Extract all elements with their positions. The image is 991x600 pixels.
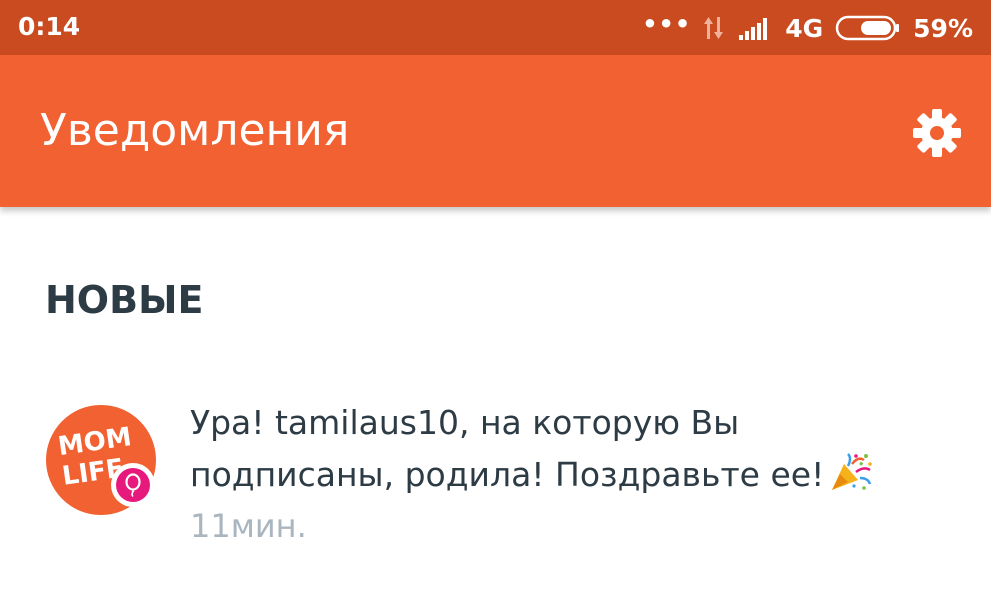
battery-percent: 59% xyxy=(913,13,973,43)
notification-text: Ура! tamilaus10, на которую Вы подписаны… xyxy=(190,397,950,507)
battery-icon xyxy=(835,14,901,42)
page-title: Уведомления xyxy=(40,105,350,156)
data-arrows-icon xyxy=(703,15,725,41)
notification-dots-icon: ••• xyxy=(642,10,692,38)
party-popper-icon xyxy=(830,452,874,507)
notification-message: Ура! tamilaus10, на которую Вы подписаны… xyxy=(190,403,825,494)
section-title-new: НОВЫЕ xyxy=(45,278,204,322)
gear-icon xyxy=(913,109,961,157)
status-bar: 0:14 ••• 4G 59% xyxy=(0,0,991,55)
settings-button[interactable] xyxy=(911,107,963,159)
status-icons: ••• 4G 59% xyxy=(642,10,973,46)
network-type: 4G xyxy=(785,13,824,43)
status-time: 0:14 xyxy=(18,12,81,41)
app-bar: Уведомления xyxy=(0,55,991,207)
signal-icon xyxy=(737,15,773,41)
balloon-badge xyxy=(111,463,155,507)
balloon-icon xyxy=(116,468,150,502)
notification-item[interactable]: MOM LIFE Ура! tamilaus10, на которую Вы п… xyxy=(0,385,991,555)
notification-time: 11мин. xyxy=(190,507,307,545)
